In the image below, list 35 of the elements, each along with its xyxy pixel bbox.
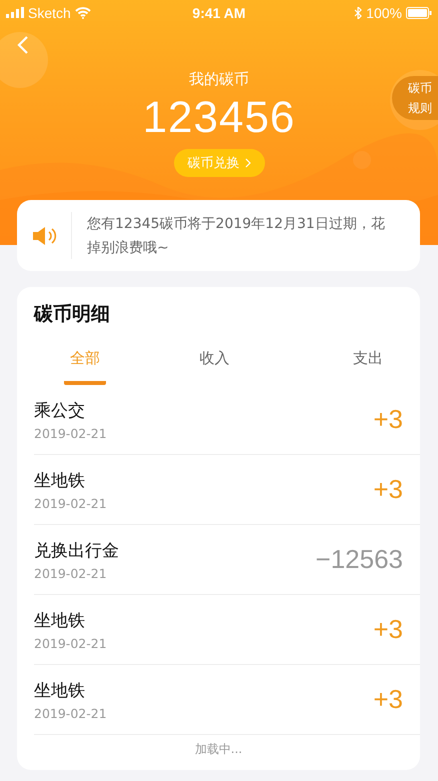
filter-tab[interactable]: 收入 bbox=[170, 343, 260, 385]
record-date: 2019-02-21 bbox=[34, 426, 107, 440]
record-date: 2019-02-21 bbox=[34, 636, 107, 650]
record-name: 乘公交 bbox=[34, 400, 86, 422]
record-amount: −12563 bbox=[316, 544, 403, 575]
chevron-icon bbox=[244, 158, 250, 168]
carrier-name: Sketch bbox=[28, 4, 71, 20]
back-icon[interactable] bbox=[17, 35, 29, 55]
record-date: 2019-02-21 bbox=[34, 566, 108, 580]
record-amount: +3 bbox=[373, 614, 403, 645]
wifi-icon bbox=[74, 6, 91, 18]
record-amount: +3 bbox=[373, 684, 403, 715]
notice-text: 您有12345碳币将于2019年12月31日过期，花掉别浪费哦~ bbox=[87, 214, 386, 258]
filter-tab[interactable]: 支出 bbox=[323, 343, 413, 385]
record-amount: +3 bbox=[373, 404, 403, 435]
record-name: 坐地铁 bbox=[34, 680, 86, 702]
balance-value: 123456 bbox=[142, 93, 296, 143]
record-amount: +3 bbox=[373, 474, 403, 505]
signal-icon bbox=[6, 7, 24, 18]
filter-tab[interactable]: 全部 bbox=[64, 343, 106, 385]
battery-icon bbox=[406, 6, 432, 18]
rules-button[interactable]: 碳币规则 bbox=[392, 76, 438, 120]
record-name: 坐地铁 bbox=[34, 470, 86, 492]
status-time: 9:41 AM bbox=[192, 4, 246, 20]
battery-percent: 100% bbox=[366, 4, 402, 20]
exchange-button[interactable]: 碳币兑换 bbox=[174, 149, 264, 177]
record-date: 2019-02-21 bbox=[34, 496, 107, 510]
speaker-icon bbox=[31, 224, 57, 246]
record-name: 兑换出行金 bbox=[34, 540, 119, 562]
page-title: 我的碳币 bbox=[189, 70, 249, 89]
section-title: 碳币明细 bbox=[34, 302, 111, 327]
loading-text: 加载中... bbox=[194, 741, 242, 758]
bluetooth-icon bbox=[354, 6, 362, 18]
record-date: 2019-02-21 bbox=[34, 706, 107, 720]
record-name: 坐地铁 bbox=[34, 610, 86, 632]
